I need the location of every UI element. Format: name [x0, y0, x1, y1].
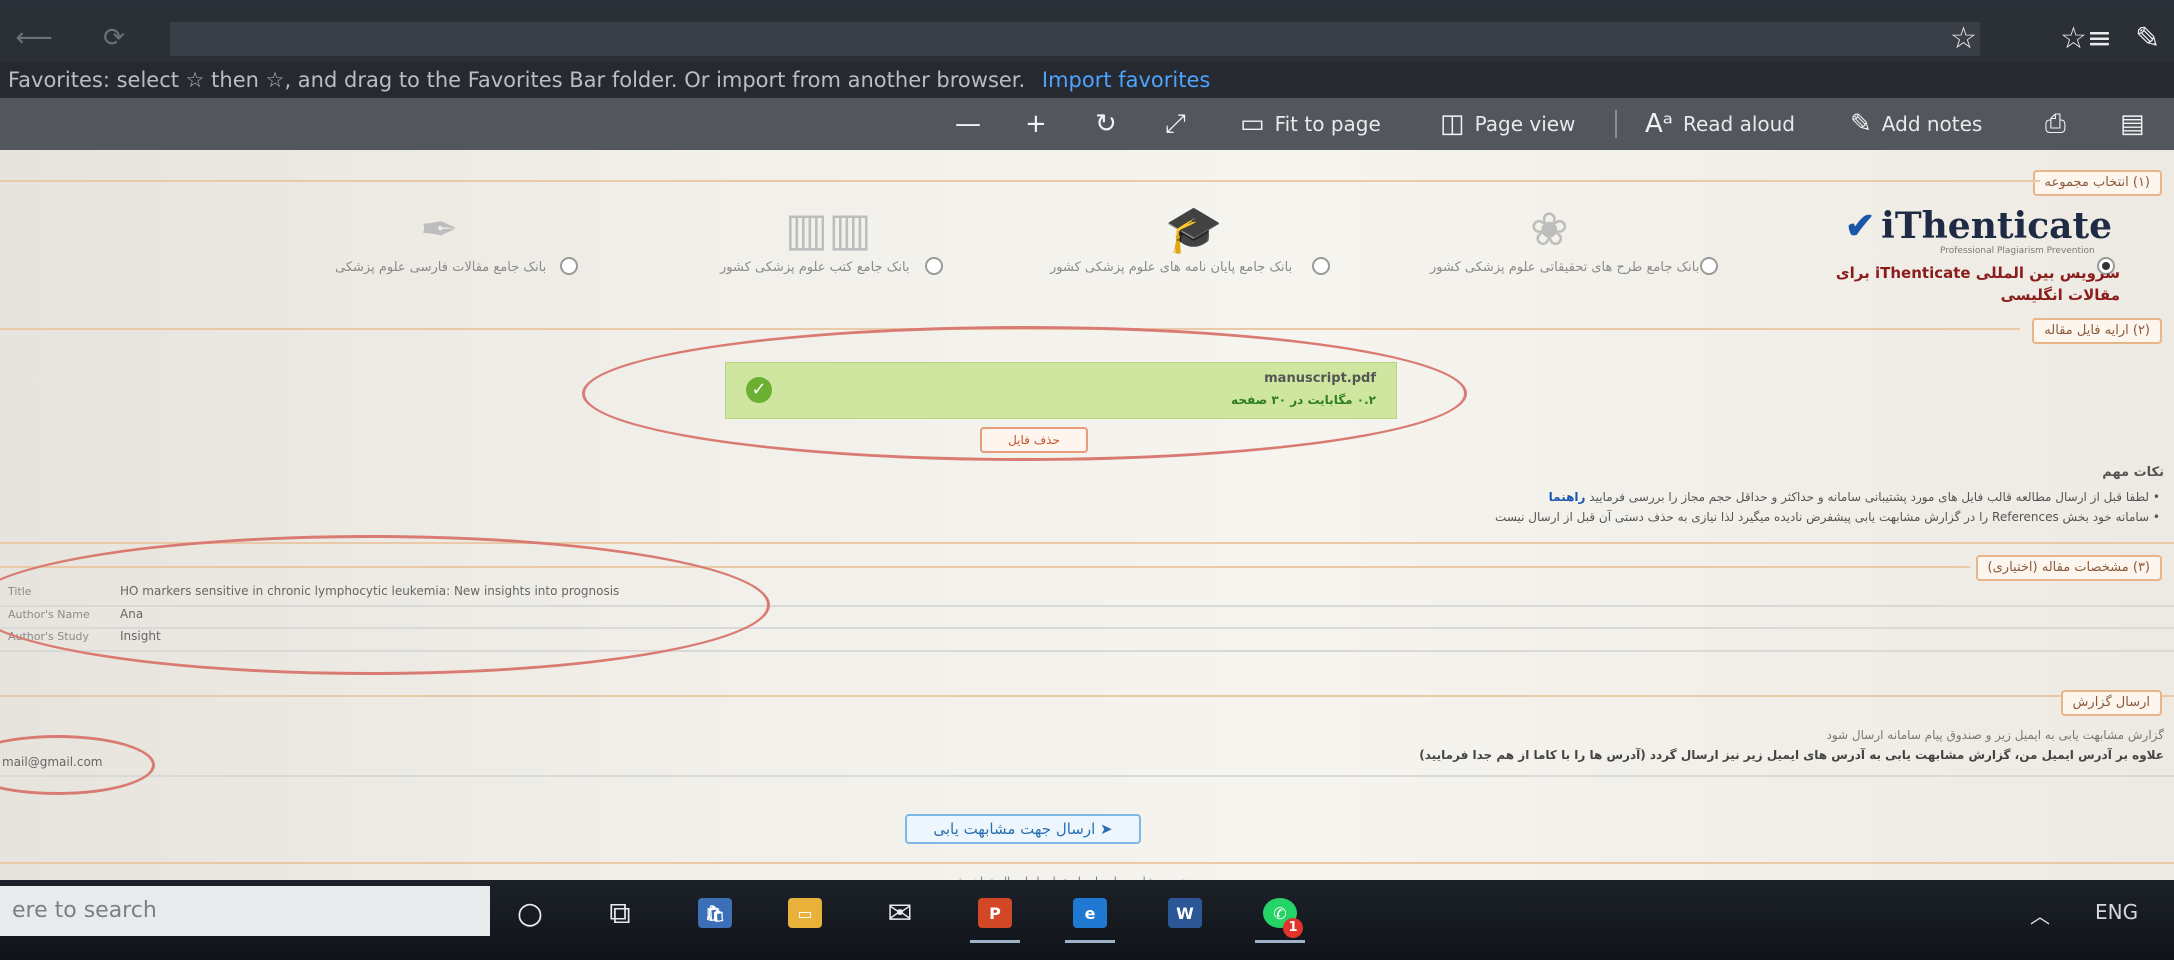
task-view-icon[interactable]: ⧉: [595, 888, 645, 938]
rotate-button[interactable]: ↻: [1095, 98, 1127, 150]
radio-books[interactable]: [925, 257, 943, 275]
favorites-bar: Favorites: select ☆ then ☆, and drag to …: [0, 62, 2174, 98]
submit-check-label: ارسال جهت مشابهت یابی: [933, 820, 1096, 838]
cortana-icon[interactable]: ○: [505, 888, 555, 938]
read-aloud-label: Read aloud: [1682, 112, 1795, 136]
show-hidden-icons[interactable]: ︿: [2030, 900, 2050, 929]
option-theses-label: بانک جامع پایان نامه های علوم پزشکی کشور: [1050, 260, 1293, 275]
url-input[interactable]: [170, 22, 1980, 56]
page-view-icon: ◫: [1440, 109, 1465, 139]
print-button[interactable]: ⎙: [2045, 98, 2076, 150]
report-line-2: علاوه بر آدرس ایمیل من، گزارش مشابهت یاب…: [1419, 748, 2164, 762]
print-icon: ⎙: [2045, 108, 2066, 139]
fullscreen-button[interactable]: ⤢: [1165, 98, 1196, 150]
ithenticate-label: سرویس بین المللی iThenticate برای مقالات…: [1835, 264, 2120, 304]
fit-to-page-button[interactable]: ▭ Fit to page: [1240, 98, 1381, 150]
taskbar-search-input[interactable]: ere to search: [0, 886, 490, 936]
read-aloud-button[interactable]: Aᵃ Read aloud: [1645, 98, 1795, 150]
mail-icon[interactable]: ✉: [875, 888, 925, 938]
screen: ⟵ ⟳ ☆ ☆≡ ✎ Favorites: select ☆ then ☆, a…: [0, 0, 2174, 960]
section-divider: [0, 695, 2174, 697]
radio-persian-articles[interactable]: [560, 257, 578, 275]
rotate-icon: ↻: [1095, 109, 1117, 139]
expand-icon: ⤢: [1165, 108, 1186, 139]
zoom-in-button[interactable]: +: [1025, 98, 1057, 150]
save-button[interactable]: ▤: [2120, 98, 2155, 150]
option-research-projects-label: بانک جامع طرح های تحقیقاتی علوم پزشکی کش…: [1430, 260, 1700, 275]
checkmark-icon: ✔: [1845, 205, 1876, 247]
active-app-indicator: [970, 940, 1020, 943]
note-line-1: • لطفا قبل از ارسال مطالعه قالب فایل های…: [1548, 490, 2160, 504]
ithenticate-logo: ✔ iThenticate: [1845, 205, 2112, 247]
fit-page-icon: ▭: [1240, 109, 1265, 139]
note-line-2: • سامانه خود بخش References را در گزارش …: [1495, 510, 2160, 524]
import-favorites-link[interactable]: Import favorites: [1042, 68, 1210, 92]
browser-tab-strip: [0, 0, 2174, 14]
word-icon[interactable]: W: [1160, 888, 1210, 938]
add-notes-button[interactable]: ✎ Add notes: [1850, 98, 1982, 150]
submit-check-button[interactable]: ➤ ارسال جهت مشابهت یابی: [905, 814, 1141, 844]
section-article-specs: (۳) مشخصات مقاله (اختیاری): [1975, 555, 2162, 581]
graduation-cap-icon: 🎓: [1165, 202, 1223, 256]
save-icon: ▤: [2120, 109, 2145, 139]
paper-plane-icon: ➤: [1095, 820, 1113, 838]
option-books-label: بانک جامع کتب علوم پزشکی کشور: [720, 260, 910, 275]
read-aloud-icon: Aᵃ: [1645, 109, 1673, 139]
whatsapp-notification-badge: 1: [1283, 918, 1303, 938]
section-divider: [0, 180, 2040, 182]
pen-icon: ✎: [1850, 109, 1872, 139]
guide-link[interactable]: راهنما: [1549, 490, 1586, 504]
section-upload-file: (۲) ارایه فایل مقاله: [2032, 318, 2162, 344]
section-select-collection: (۱) انتخاب مجموعه: [2032, 170, 2162, 196]
toolbar-divider: [1615, 110, 1617, 138]
pdf-page: (۱) انتخاب مجموعه ✔ iThenticate Professio…: [0, 150, 2174, 888]
lotus-logo-icon: ❀: [1530, 202, 1569, 256]
pdf-toolbar: — + ↻ ⤢ ▭ Fit to page ◫ Page view Aᵃ Read a…: [0, 98, 2174, 150]
pen-icon[interactable]: ✎: [2135, 24, 2160, 54]
highlight-ellipse-metadata: [0, 535, 770, 675]
favorites-bar-text: Favorites: select ☆ then ☆, and drag to …: [8, 68, 1026, 92]
refresh-icon[interactable]: ⟳: [94, 18, 134, 58]
option-persian-articles-label: بانک جامع مقالات فارسی علوم پزشکی: [335, 260, 547, 275]
active-app-indicator: [1255, 940, 1305, 943]
feather-logo-icon: ✒: [420, 202, 459, 256]
fit-to-page-label: Fit to page: [1274, 112, 1381, 136]
highlight-ellipse-upload: [582, 326, 1467, 461]
back-icon[interactable]: ⟵: [14, 18, 54, 58]
section-divider: [0, 862, 2174, 864]
active-app-indicator: [1065, 940, 1115, 943]
notes-title: نکات مهم: [2102, 465, 2164, 480]
zoom-out-button[interactable]: —: [955, 98, 991, 150]
row-divider: [0, 775, 2174, 777]
plus-icon: +: [1025, 109, 1047, 139]
edge-browser-icon[interactable]: e: [1065, 888, 1115, 938]
address-bar: ⟵ ⟳ ☆ ☆≡ ✎: [0, 14, 2174, 62]
favorites-list-icon[interactable]: ☆≡: [2060, 24, 2112, 54]
minus-icon: —: [955, 109, 981, 139]
highlight-ellipse-email: [0, 735, 155, 795]
page-view-button[interactable]: ◫ Page view: [1440, 98, 1575, 150]
file-explorer-icon[interactable]: ▭: [780, 888, 830, 938]
ithenticate-tagline: Professional Plagiarism Prevention: [1940, 246, 2095, 256]
powerpoint-icon[interactable]: P: [970, 888, 1020, 938]
add-notes-label: Add notes: [1881, 112, 1983, 136]
radio-research-projects[interactable]: [1700, 257, 1718, 275]
radio-theses[interactable]: [1312, 257, 1330, 275]
report-line-1: گزارش مشابهت یابی به ایمیل زیر و صندوق پ…: [1826, 728, 2164, 742]
books-icon: ▥▥: [785, 202, 872, 256]
windows-taskbar: ere to search ○ ⧉ 🛍 ▭ ✉ P e W ✆ 1 ︿ ENG: [0, 880, 2174, 960]
favorite-star-icon[interactable]: ☆: [1950, 24, 1977, 54]
page-view-label: Page view: [1474, 112, 1576, 136]
section-send-report: ارسال گزارش: [2060, 690, 2162, 716]
language-indicator[interactable]: ENG: [2095, 900, 2138, 924]
store-icon[interactable]: 🛍: [690, 888, 740, 938]
